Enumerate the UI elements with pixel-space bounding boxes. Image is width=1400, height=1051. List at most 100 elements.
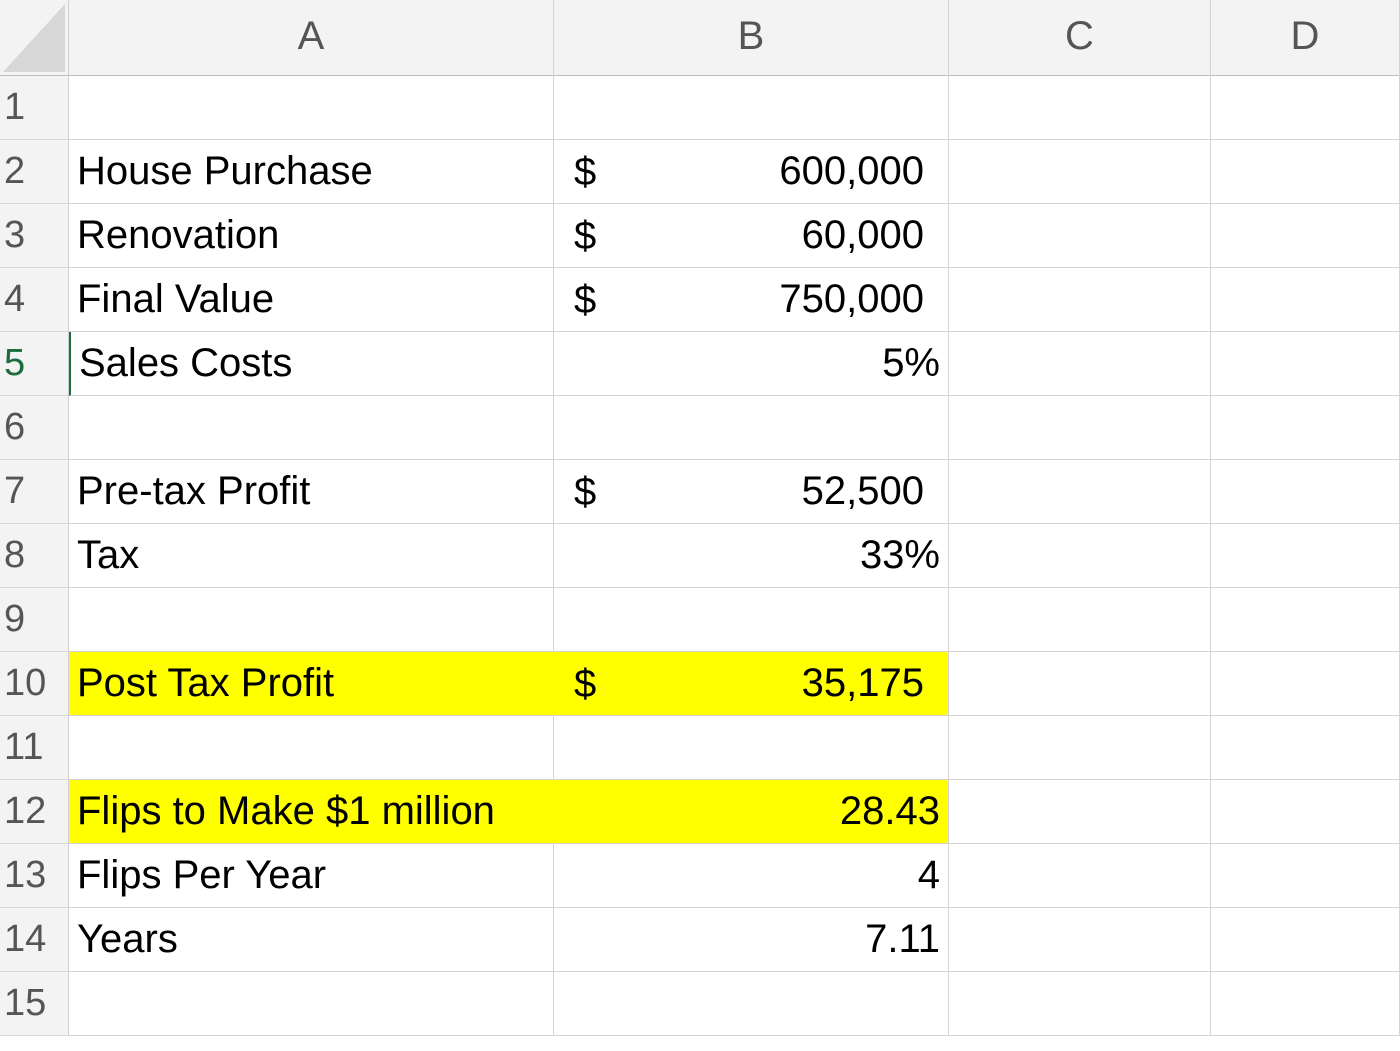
row-header[interactable]: 9 bbox=[0, 588, 68, 652]
cell-a9[interactable] bbox=[69, 588, 554, 652]
table-row: Flips to Make $1 million 28.43 bbox=[69, 780, 1400, 844]
select-all-corner[interactable] bbox=[0, 0, 69, 76]
cell-b9[interactable] bbox=[554, 588, 949, 652]
cell-d1[interactable] bbox=[1211, 76, 1400, 140]
cell-c5[interactable] bbox=[949, 332, 1211, 396]
cell-a15[interactable] bbox=[69, 972, 554, 1036]
cell-c8[interactable] bbox=[949, 524, 1211, 588]
row-header-selected[interactable]: 5 bbox=[0, 332, 68, 396]
cell-d12[interactable] bbox=[1211, 780, 1400, 844]
cell-c12[interactable] bbox=[949, 780, 1211, 844]
row-header[interactable]: 11 bbox=[0, 716, 68, 780]
cell-a14[interactable]: Years bbox=[69, 908, 554, 972]
table-row: Flips Per Year 4 bbox=[69, 844, 1400, 908]
cell-d8[interactable] bbox=[1211, 524, 1400, 588]
cell-b11[interactable] bbox=[554, 716, 949, 780]
table-row: Years 7.11 bbox=[69, 908, 1400, 972]
table-row bbox=[69, 588, 1400, 652]
table-row: Tax 33% bbox=[69, 524, 1400, 588]
cell-d10[interactable] bbox=[1211, 652, 1400, 716]
cell-d7[interactable] bbox=[1211, 460, 1400, 524]
table-row bbox=[69, 76, 1400, 140]
cell-a12-highlighted[interactable]: Flips to Make $1 million bbox=[69, 780, 554, 844]
cell-b10-highlighted[interactable]: $ 35,175 bbox=[554, 652, 949, 716]
select-all-triangle-icon bbox=[3, 4, 65, 72]
cell-c11[interactable] bbox=[949, 716, 1211, 780]
column-headers: A B C D bbox=[69, 0, 1400, 76]
cell-c10[interactable] bbox=[949, 652, 1211, 716]
table-row bbox=[69, 716, 1400, 780]
cell-a5-selected[interactable]: Sales Costs bbox=[69, 332, 554, 396]
cell-value: 5% bbox=[882, 341, 940, 385]
cell-a3[interactable]: Renovation bbox=[69, 204, 554, 268]
column-header-a[interactable]: A bbox=[69, 0, 554, 76]
cell-b13[interactable]: 4 bbox=[554, 844, 949, 908]
cell-a8[interactable]: Tax bbox=[69, 524, 554, 588]
cell-b3[interactable]: $ 60,000 bbox=[554, 204, 949, 268]
cell-a13[interactable]: Flips Per Year bbox=[69, 844, 554, 908]
cell-d4[interactable] bbox=[1211, 268, 1400, 332]
column-header-d[interactable]: D bbox=[1211, 0, 1400, 76]
table-row: House Purchase $ 600,000 bbox=[69, 140, 1400, 204]
cell-d2[interactable] bbox=[1211, 140, 1400, 204]
cell-c2[interactable] bbox=[949, 140, 1211, 204]
column-header-c[interactable]: C bbox=[949, 0, 1211, 76]
cell-b8[interactable]: 33% bbox=[554, 524, 949, 588]
cell-c13[interactable] bbox=[949, 844, 1211, 908]
currency-symbol: $ bbox=[574, 277, 597, 322]
currency-symbol: $ bbox=[574, 213, 597, 258]
cell-a2[interactable]: House Purchase bbox=[69, 140, 554, 204]
row-header[interactable]: 12 bbox=[0, 780, 68, 844]
cell-b6[interactable] bbox=[554, 396, 949, 460]
cell-b7[interactable]: $ 52,500 bbox=[554, 460, 949, 524]
row-header[interactable]: 10 bbox=[0, 652, 68, 716]
cell-d11[interactable] bbox=[1211, 716, 1400, 780]
cell-c4[interactable] bbox=[949, 268, 1211, 332]
cell-c1[interactable] bbox=[949, 76, 1211, 140]
cell-value: 33% bbox=[859, 533, 940, 577]
cell-c9[interactable] bbox=[949, 588, 1211, 652]
cell-d15[interactable] bbox=[1211, 972, 1400, 1036]
table-row: Sales Costs 5% bbox=[69, 332, 1400, 396]
cell-d5[interactable] bbox=[1211, 332, 1400, 396]
cell-d13[interactable] bbox=[1211, 844, 1400, 908]
cell-a11[interactable] bbox=[69, 716, 554, 780]
cell-c14[interactable] bbox=[949, 908, 1211, 972]
row-header[interactable]: 3 bbox=[0, 204, 68, 268]
cell-b15[interactable] bbox=[554, 972, 949, 1036]
cell-a10-highlighted[interactable]: Post Tax Profit bbox=[69, 652, 554, 716]
row-header[interactable]: 14 bbox=[0, 908, 68, 972]
cell-d9[interactable] bbox=[1211, 588, 1400, 652]
row-header[interactable]: 2 bbox=[0, 140, 68, 204]
row-header[interactable]: 8 bbox=[0, 524, 68, 588]
cell-b1[interactable] bbox=[554, 76, 949, 140]
row-header[interactable]: 4 bbox=[0, 268, 68, 332]
cell-b4[interactable]: $ 750,000 bbox=[554, 268, 949, 332]
cell-d6[interactable] bbox=[1211, 396, 1400, 460]
cell-c3[interactable] bbox=[949, 204, 1211, 268]
cell-c7[interactable] bbox=[949, 460, 1211, 524]
column-header-b[interactable]: B bbox=[554, 0, 949, 76]
row-header[interactable]: 15 bbox=[0, 972, 68, 1036]
table-row: Pre-tax Profit $ 52,500 bbox=[69, 460, 1400, 524]
cell-a4[interactable]: Final Value bbox=[69, 268, 554, 332]
cell-a1[interactable] bbox=[69, 76, 554, 140]
table-row: Renovation $ 60,000 bbox=[69, 204, 1400, 268]
cell-value: 28.43 bbox=[839, 789, 940, 833]
cell-d3[interactable] bbox=[1211, 204, 1400, 268]
cell-a6[interactable] bbox=[69, 396, 554, 460]
cell-grid: House Purchase $ 600,000 Renovation $ 60… bbox=[69, 76, 1400, 1036]
cell-c15[interactable] bbox=[949, 972, 1211, 1036]
row-header[interactable]: 1 bbox=[0, 76, 68, 140]
cell-a7[interactable]: Pre-tax Profit bbox=[69, 460, 554, 524]
currency-symbol: $ bbox=[574, 149, 597, 194]
cell-c6[interactable] bbox=[949, 396, 1211, 460]
row-header[interactable]: 6 bbox=[0, 396, 68, 460]
cell-b2[interactable]: $ 600,000 bbox=[554, 140, 949, 204]
cell-d14[interactable] bbox=[1211, 908, 1400, 972]
cell-b5[interactable]: 5% bbox=[554, 332, 949, 396]
row-header[interactable]: 7 bbox=[0, 460, 68, 524]
cell-b14[interactable]: 7.11 bbox=[554, 908, 949, 972]
cell-b12-highlighted[interactable]: 28.43 bbox=[554, 780, 949, 844]
row-header[interactable]: 13 bbox=[0, 844, 68, 908]
